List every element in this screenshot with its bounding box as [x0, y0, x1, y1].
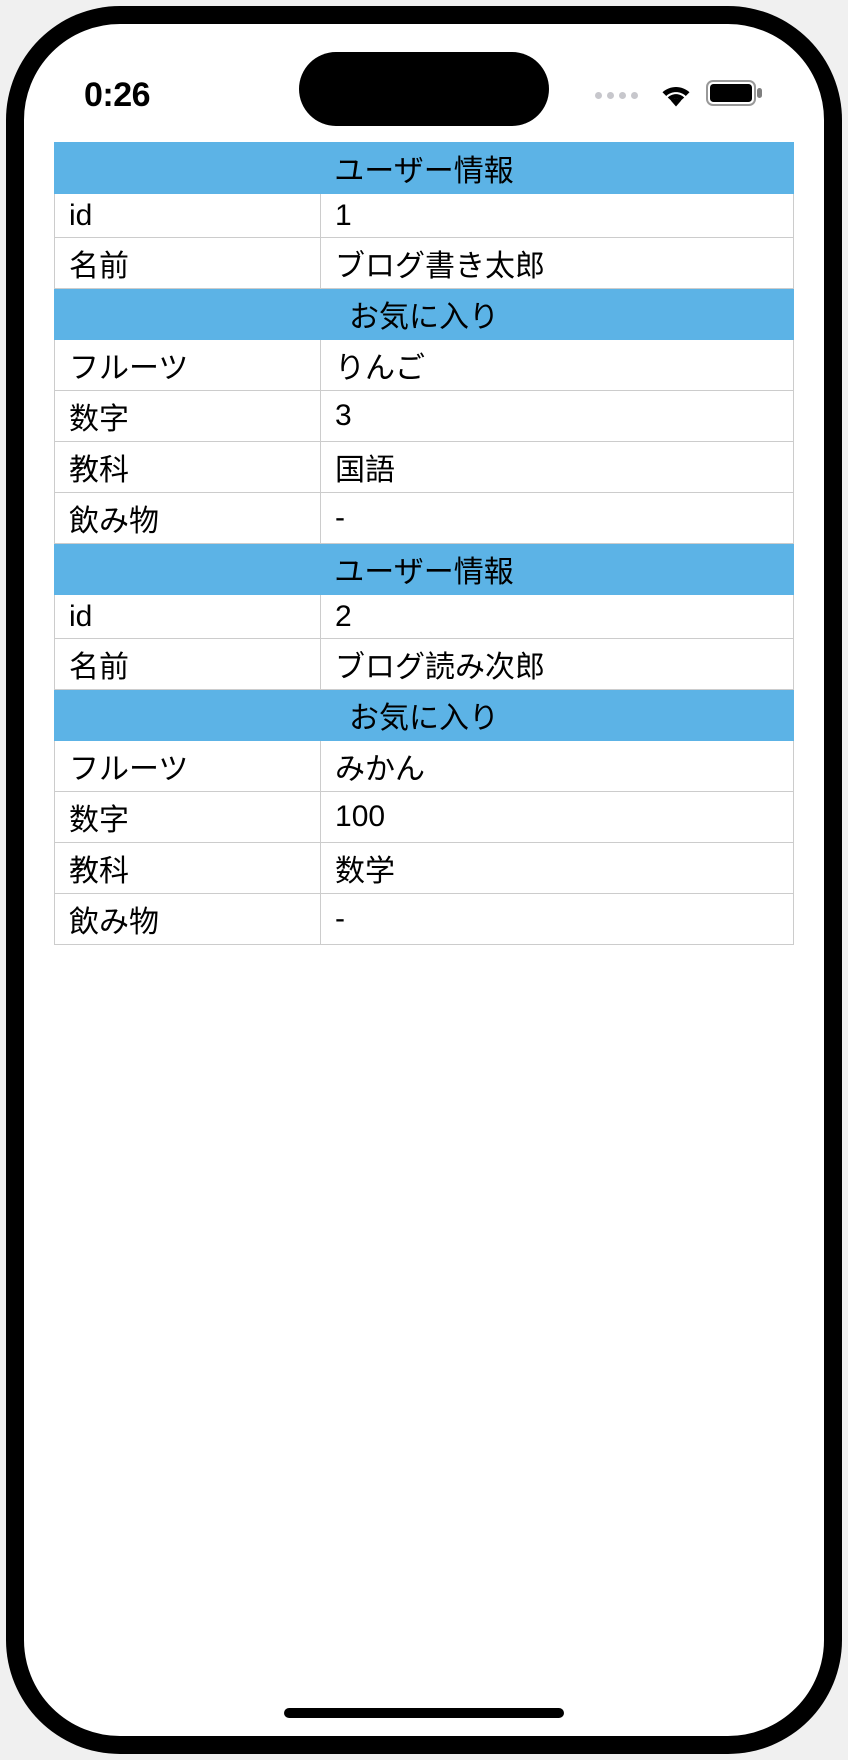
- phone-frame: 0:26 ユーザ: [10, 10, 838, 1750]
- table-row: 飲み物-: [55, 894, 794, 945]
- row-label: id: [55, 194, 321, 238]
- table-row: 数字3: [55, 391, 794, 442]
- battery-icon: [706, 80, 764, 111]
- row-label: 教科: [55, 442, 321, 493]
- row-value: 数学: [321, 843, 794, 894]
- row-value: 100: [321, 792, 794, 843]
- table-row: 教科国語: [55, 442, 794, 493]
- content-area: ユーザー情報id1名前ブログ書き太郎お気に入りフルーツりんご数字3教科国語飲み物…: [24, 24, 824, 945]
- cellular-dots-icon: [595, 92, 638, 99]
- table-row: 名前ブログ書き太郎: [55, 238, 794, 289]
- section-header-label: ユーザー情報: [55, 544, 794, 595]
- section-header: お気に入り: [55, 690, 794, 741]
- section-header: ユーザー情報: [55, 143, 794, 194]
- table-row: フルーツりんご: [55, 340, 794, 391]
- table-row: 教科数学: [55, 843, 794, 894]
- row-label: フルーツ: [55, 741, 321, 792]
- table-row: 名前ブログ読み次郎: [55, 639, 794, 690]
- status-time: 0:26: [84, 76, 150, 115]
- row-value: りんご: [321, 340, 794, 391]
- wifi-icon: [658, 79, 694, 112]
- table-row: id2: [55, 595, 794, 639]
- row-label: 飲み物: [55, 894, 321, 945]
- table-row: 飲み物-: [55, 493, 794, 544]
- row-value: ブログ読み次郎: [321, 639, 794, 690]
- row-value: みかん: [321, 741, 794, 792]
- data-table: ユーザー情報id1名前ブログ書き太郎お気に入りフルーツりんご数字3教科国語飲み物…: [54, 142, 794, 945]
- row-value: ブログ書き太郎: [321, 238, 794, 289]
- home-indicator[interactable]: [284, 1708, 564, 1718]
- section-header: お気に入り: [55, 289, 794, 340]
- row-value: 1: [321, 194, 794, 238]
- row-value: 国語: [321, 442, 794, 493]
- table-row: フルーツみかん: [55, 741, 794, 792]
- section-header-label: ユーザー情報: [55, 143, 794, 194]
- section-header-label: お気に入り: [55, 690, 794, 741]
- row-label: 教科: [55, 843, 321, 894]
- section-header: ユーザー情報: [55, 544, 794, 595]
- status-icons: [595, 79, 764, 112]
- section-header-label: お気に入り: [55, 289, 794, 340]
- row-value: 3: [321, 391, 794, 442]
- table-row: id1: [55, 194, 794, 238]
- row-value: 2: [321, 595, 794, 639]
- row-label: 飲み物: [55, 493, 321, 544]
- row-label: 名前: [55, 238, 321, 289]
- row-value: -: [321, 493, 794, 544]
- phone-notch: [299, 52, 549, 126]
- table-row: 数字100: [55, 792, 794, 843]
- row-value: -: [321, 894, 794, 945]
- row-label: id: [55, 595, 321, 639]
- row-label: 数字: [55, 792, 321, 843]
- row-label: 名前: [55, 639, 321, 690]
- row-label: フルーツ: [55, 340, 321, 391]
- row-label: 数字: [55, 391, 321, 442]
